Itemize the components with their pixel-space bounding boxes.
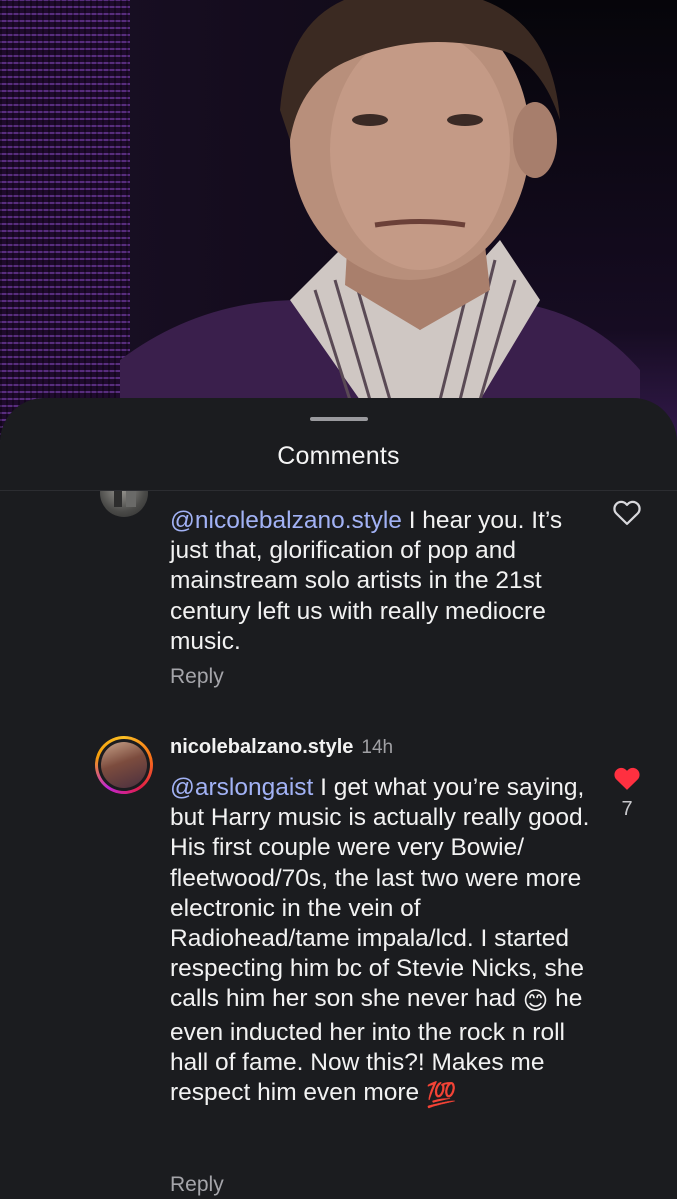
username[interactable]: nicolebalzano.style [170, 736, 353, 758]
reply-button[interactable]: Reply [170, 665, 224, 689]
heart-filled-icon [614, 767, 640, 790]
mention-link[interactable]: @nicolebalzano.style [170, 507, 402, 534]
reply-button[interactable]: Reply [170, 1173, 224, 1197]
avatar-photo [101, 742, 147, 788]
comment-header: nicolebalzano.style 14h [170, 736, 393, 759]
smile-emoji-icon: 😊 [522, 988, 549, 1016]
comment-list[interactable]: arslongaist15h @nicolebalzano.style I he… [0, 491, 677, 1199]
comment-body-part-1: I get what you’re saying, but Harry musi… [170, 774, 590, 1013]
drag-handle[interactable] [310, 417, 368, 421]
like-button[interactable] [612, 764, 642, 792]
like-count: 7 [621, 798, 633, 820]
heart-outline-icon [613, 500, 641, 525]
like-button[interactable] [612, 498, 642, 526]
mention-link[interactable]: @arslongaist [170, 774, 313, 801]
comments-sheet: Comments arslongaist15h @nicolebalzano.s… [0, 398, 677, 1199]
comment-text: @arslongaist I get what you’re saying, b… [170, 773, 590, 1111]
hundred-points-emoji-icon: 💯 [426, 1082, 457, 1110]
comment-text: @nicolebalzano.style I hear you. It’s ju… [170, 506, 590, 657]
comment-header: arslongaist15h [170, 491, 338, 492]
avatar-photo [114, 491, 136, 507]
timestamp: 14h [361, 737, 394, 758]
sheet-title: Comments [277, 442, 400, 470]
avatar[interactable] [100, 491, 148, 517]
avatar-story-ring[interactable] [95, 736, 153, 794]
